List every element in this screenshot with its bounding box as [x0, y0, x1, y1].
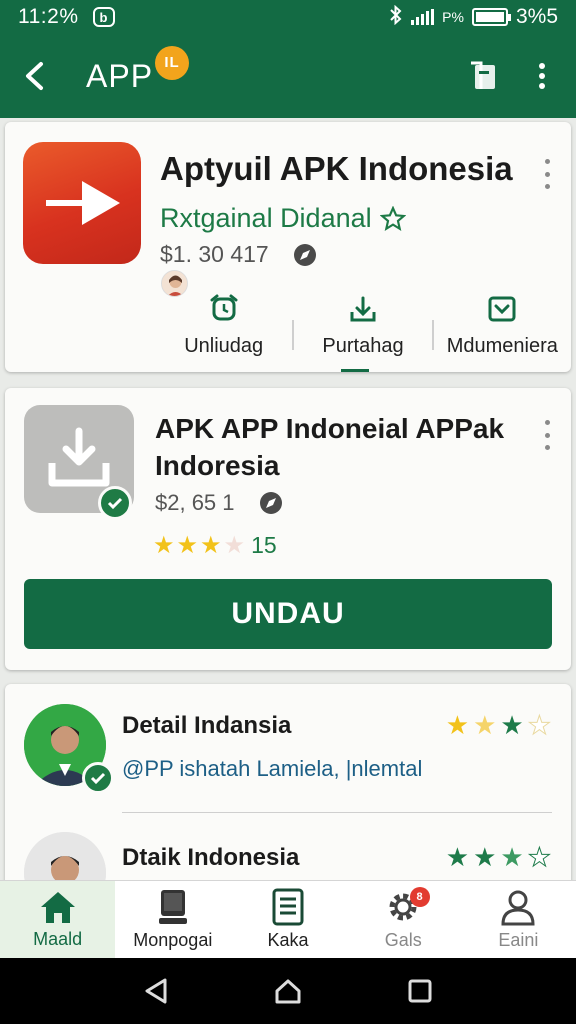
document-list-icon — [272, 888, 304, 926]
featured-actions-row: Unliudag Purtahag Mdumeniera — [155, 294, 571, 358]
reviewer-name: Dtaik Indonesia — [122, 844, 300, 871]
featured-app-icon — [23, 142, 141, 264]
system-navigation — [0, 958, 576, 1024]
bluetooth-icon — [389, 4, 403, 30]
featured-app-title: Aptyuil APK Indonesia — [160, 150, 513, 187]
page-title-text: APP — [86, 57, 154, 94]
action-purtahag[interactable]: Purtahag — [294, 294, 431, 358]
alarm-icon — [210, 294, 238, 321]
star-half-icon: ★ — [500, 842, 524, 872]
star-filled-icon: ★ — [153, 531, 175, 559]
title-badge: IL — [155, 45, 190, 80]
nav-label: Gals — [384, 930, 422, 950]
status-bar: 11:2% b P% 3%5 — [0, 0, 576, 34]
share-upload-icon — [350, 296, 376, 322]
nav-settings[interactable]: 8 Gals — [346, 881, 461, 958]
system-recents-button[interactable] — [398, 969, 442, 1013]
active-action-indicator — [341, 369, 369, 372]
reviews-card: Detail Indansia ★ ★ ★ ★ @PP ishatah Lami… — [5, 684, 571, 894]
bottom-navigation: Maald Monpogai Kaka 8 Gals Eaini — [0, 880, 576, 958]
person-icon — [501, 890, 535, 926]
battery-icon — [471, 8, 511, 26]
square-recents-icon — [408, 979, 432, 1003]
compass-icon — [293, 243, 316, 266]
more-vert-icon — [539, 63, 545, 89]
inbox-download-icon — [488, 296, 516, 322]
star-filled-icon: ★ — [500, 710, 524, 740]
star-empty-icon: ★ — [527, 842, 551, 873]
signal-icon — [411, 9, 435, 25]
star-empty-icon: ★ — [527, 710, 551, 741]
nav-documents[interactable]: Kaka — [230, 881, 345, 958]
action-label: Unliudag — [184, 335, 264, 357]
system-back-button[interactable] — [134, 969, 178, 1013]
back-button[interactable] — [6, 48, 62, 104]
carrier-label: P% — [442, 9, 464, 25]
divider — [122, 812, 552, 813]
developer-name: Rxtgainal Didanal — [160, 203, 372, 233]
monitor-icon — [158, 890, 187, 924]
app-listing-price: $2, 65 1 — [155, 490, 235, 515]
star-filled-icon: ★ — [176, 531, 199, 559]
status-right-group: P% 3%5 — [389, 4, 558, 30]
featured-app-card[interactable]: Aptyuil APK Indonesia Rxtgainal Didanal … — [5, 122, 571, 372]
featured-app-price-row: $1. 30 417 — [160, 241, 317, 268]
rating-count: 15 — [251, 532, 277, 558]
star-filled-icon: ★ — [200, 531, 222, 559]
document-icon — [471, 61, 495, 89]
page-title: APP IL — [86, 45, 190, 95]
compass-icon — [259, 492, 282, 514]
review-stars: ★ ★ ★ ★ — [445, 842, 552, 873]
app-listing-card[interactable]: APK APP Indoneial APPak Indoresia $2, 65… — [5, 388, 571, 670]
nav-monitor[interactable]: Monpogai — [115, 881, 230, 958]
download-tray-icon — [48, 427, 110, 487]
triangle-back-icon — [145, 978, 167, 1004]
app-listing-title: APK APP Indoneial APPak Indoresia — [155, 413, 505, 481]
nav-label: Kaka — [267, 930, 309, 950]
chevron-left-icon — [26, 62, 43, 90]
verified-check-icon — [98, 486, 132, 520]
star-filled-icon: ★ — [473, 710, 497, 740]
review-text: @PP ishatah Lamiela, |nlemtal — [122, 756, 423, 781]
reviewer-name: Detail Indansia — [122, 712, 292, 739]
system-home-button[interactable] — [266, 969, 310, 1013]
nav-label: Maald — [33, 929, 83, 949]
play-arrow-icon — [46, 181, 120, 225]
star-filled-icon: ★ — [445, 842, 470, 872]
action-label: Mdumeniera — [446, 335, 558, 357]
app-listing-rating: ★ ★ ★ ★ 15 — [153, 532, 277, 559]
home-outline-icon — [275, 979, 301, 1004]
action-unliudag[interactable]: Unliudag — [155, 294, 292, 358]
home-icon — [40, 892, 75, 923]
action-mdumeniera[interactable]: Mdumeniera — [434, 294, 571, 358]
action-label: Purtahag — [322, 335, 404, 357]
star-filled-icon: ★ — [445, 710, 470, 740]
nav-home[interactable]: Maald — [0, 881, 116, 958]
review-stars: ★ ★ ★ ★ — [445, 710, 552, 741]
document-button[interactable] — [462, 54, 506, 98]
notification-icon: b — [92, 7, 115, 27]
featured-app-price: $1. 30 417 — [160, 241, 269, 267]
developer-avatar — [161, 270, 188, 297]
featured-app-menu[interactable] — [537, 159, 557, 189]
battery-level: 3%5 — [515, 5, 558, 28]
star-filled-icon: ★ — [473, 842, 497, 872]
app-listing-price-row: $2, 65 1 — [155, 490, 283, 516]
nav-profile[interactable]: Eaini — [461, 881, 576, 958]
nav-label: Monpogai — [133, 930, 213, 950]
app-bar: APP IL — [0, 34, 576, 118]
status-time: 11:2% — [18, 5, 79, 28]
overflow-menu-button[interactable] — [520, 54, 564, 98]
install-button[interactable]: UNDAU — [24, 579, 552, 649]
nav-label: Eaini — [498, 930, 539, 950]
notification-badge: 8 — [409, 887, 430, 907]
featured-app-developer[interactable]: Rxtgainal Didanal — [160, 203, 406, 234]
verified-check-icon — [82, 762, 114, 794]
app-listing-menu[interactable] — [537, 420, 557, 450]
star-outline-icon — [379, 205, 406, 231]
star-empty-icon: ★ — [223, 531, 246, 559]
review-item[interactable]: Detail Indansia ★ ★ ★ ★ @PP ishatah Lami… — [5, 702, 571, 814]
